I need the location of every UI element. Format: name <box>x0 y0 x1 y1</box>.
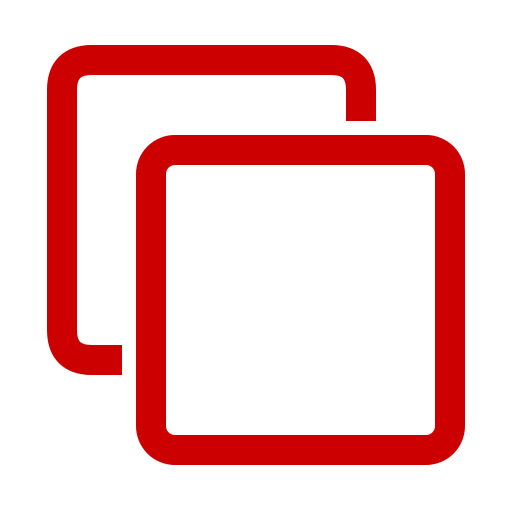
front-square-outline <box>136 135 465 465</box>
back-square-outline <box>47 45 376 375</box>
icon-canvas <box>0 0 512 512</box>
copy-icon <box>47 45 465 465</box>
